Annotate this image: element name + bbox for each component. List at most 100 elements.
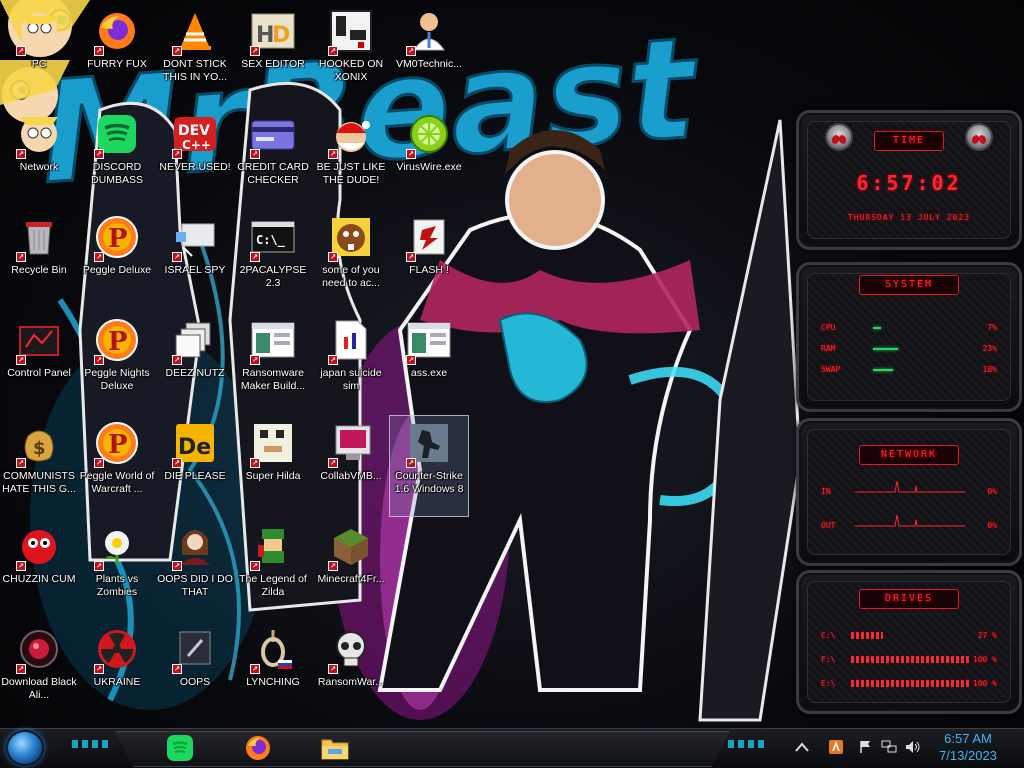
start-button[interactable] (6, 730, 44, 766)
drive-row-value: 27 % (977, 631, 997, 640)
desktop-icon[interactable]: ↗ VirusWire.exe (390, 107, 468, 207)
network-graph (855, 480, 965, 493)
cs-icon: ↗ (406, 420, 452, 468)
time-widget-title: TIME (874, 131, 944, 151)
desktop-icon-label: CREDIT CARD CHECKER (237, 161, 309, 186)
desktop-icon[interactable]: P ↗ Peggle Nights Deluxe (78, 313, 156, 413)
tray-chevron[interactable] (790, 737, 814, 757)
desktop-icon[interactable]: ↗ Ransomware Maker Build... (234, 313, 312, 413)
firefox-icon: ↗ (94, 8, 140, 56)
desktop-icon[interactable]: ↗ CREDIT CARD CHECKER (234, 107, 312, 207)
desktop-icon[interactable]: ↗ ISRAEL SPY (156, 210, 234, 310)
desktop-icon-label: Control Panel (7, 367, 71, 379)
shortcut-arrow-icon: ↗ (406, 46, 416, 56)
alien-logo-icon (965, 123, 993, 151)
desktop-icon[interactable]: ↗ Minecraft4Fr... (312, 519, 390, 619)
desktop-icon[interactable]: ↗ OOPS (156, 622, 234, 722)
shortcut-arrow-icon: ↗ (94, 664, 104, 674)
desktop-icon[interactable]: De ↗ DIE PLEASE (156, 416, 234, 516)
desktop-icon[interactable]: P ↗ Peggle Deluxe (78, 210, 156, 310)
shortcut-arrow-icon: ↗ (328, 149, 338, 159)
desktop-icon[interactable]: ↗ BE JUST LIKE THE DUDE! (312, 107, 390, 207)
desktop-icon-label: NEVER USED! (159, 161, 231, 173)
svg-text:P: P (108, 327, 128, 357)
desktop-icon[interactable]: ↗ some of you need to ac... (312, 210, 390, 310)
desktop-icon[interactable]: C:\_ ↗ 2PACALYPSE 2.3 (234, 210, 312, 310)
tray-network[interactable] (880, 737, 898, 757)
minecraft-icon: ↗ (328, 523, 374, 571)
tray-app[interactable] (826, 737, 846, 757)
flag-icon (860, 741, 870, 753)
desktop-icon[interactable]: ↗ Network (0, 107, 78, 207)
drive-row-value: 100 % (972, 655, 997, 664)
desktop-icon-label: LYNCHING (246, 676, 300, 688)
system-widget: SYSTEM CPU 7% RAM 23% SWAP 18% (796, 262, 1022, 412)
svg-text:P: P (108, 224, 128, 254)
star2-icon: ↗ (16, 111, 62, 159)
orb-icon: ↗ (16, 626, 62, 674)
svg-text:De: De (178, 435, 211, 460)
window-icon: ↗ (406, 317, 452, 365)
desktop-icon[interactable]: ↗ DEEZ NUTZ (156, 313, 234, 413)
network-icon (881, 740, 897, 753)
peggle-icon: P ↗ (94, 317, 140, 365)
desktop-icon-label: FURRY FUX (87, 58, 147, 70)
network-widget: NETWORK IN 0% OUT 0% (796, 418, 1022, 566)
peggle-icon: P ↗ (94, 420, 140, 468)
drive-row: C:\ 27 % (821, 631, 997, 640)
desktop-icon[interactable]: ↗ RansomWar... (312, 622, 390, 722)
desktop-icon[interactable]: ↗ DISCORD DUMBASS (78, 107, 156, 207)
taskbar-spotify[interactable] (163, 731, 197, 765)
desktop-icon[interactable]: ↗ Counter-Strike 1.6 Windows 8 (389, 415, 469, 517)
desktop-icon[interactable]: ↗ Download Black Ali... (0, 622, 78, 722)
desktop-icon[interactable]: ↗ Plants vs Zombies (78, 519, 156, 619)
desktop-icon[interactable]: ↗ Control Panel (0, 313, 78, 413)
system-row: SWAP 18% (821, 365, 997, 374)
system-usage-bar (873, 348, 898, 350)
desktop-icon[interactable]: ↗ ass.exe (390, 313, 468, 413)
desktop-icon[interactable]: ↗ VM0Technic... (390, 4, 468, 104)
network-graph (855, 514, 965, 527)
system-row: CPU 7% (821, 323, 997, 332)
bin-icon: ↗ (16, 214, 62, 262)
taskbar-decoration (728, 740, 768, 748)
tray-volume[interactable] (904, 737, 922, 757)
desktop-icon[interactable]: ↗ Super Hilda (234, 416, 312, 516)
taskbar-clock[interactable]: 6:57 AM 7/13/2023 (930, 730, 1006, 764)
desktop-icon[interactable]: ↗ CHUZZIN CUM (0, 519, 78, 619)
flash-icon: ↗ (406, 214, 452, 262)
star-icon: ↗ (16, 8, 62, 56)
system-row-label: SWAP (821, 365, 841, 374)
desktop-icon-label: japan suicide sim (320, 367, 382, 392)
taskbar-decoration (72, 740, 112, 748)
desktop-icon[interactable]: ↗ Recycle Bin (0, 210, 78, 310)
desktop-icon[interactable]: ↗ FURRY FUX (78, 4, 156, 104)
collab-icon: ↗ (328, 420, 374, 468)
desktop-icon[interactable]: ↗ PC (0, 4, 78, 104)
shortcut-arrow-icon: ↗ (16, 355, 26, 365)
desktop-icon[interactable]: ↗ UKRAINE (78, 622, 156, 722)
desktop-icon[interactable]: ↗ LYNCHING (234, 622, 312, 722)
desktop-icon[interactable]: ↗ FLASH ! (390, 210, 468, 310)
tray-flag[interactable] (856, 737, 874, 757)
desktop-icon[interactable]: ↗ DONT STICK THIS IN YO... (156, 4, 234, 104)
system-widget-title: SYSTEM (859, 275, 959, 295)
hxd-icon: H D ↗ (250, 8, 296, 56)
desktop-icon-label: Minecraft4Fr... (317, 573, 385, 585)
shortcut-arrow-icon: ↗ (250, 252, 260, 262)
desktop-icon[interactable]: $ ↗ COMMUNISTS HATE THIS G... (0, 416, 78, 516)
desktop-icon-label: UKRAINE (93, 676, 141, 688)
taskbar-file-explorer[interactable] (318, 731, 352, 765)
hilda-icon: ↗ (250, 420, 296, 468)
desktop-icon[interactable]: ↗ HOOKED ON XONIX (312, 4, 390, 104)
radiation-icon: ↗ (94, 626, 140, 674)
desktop-icon[interactable]: ↗ The Legend of Zilda (234, 519, 312, 619)
desktop-icon[interactable]: H D ↗ SEX EDITOR (234, 4, 312, 104)
firefox-icon (246, 736, 270, 760)
desktop-icon[interactable]: ↗ CollabVMB... (312, 416, 390, 516)
desktop-icon[interactable]: P ↗ Peggle World of Warcraft ... (78, 416, 156, 516)
taskbar-firefox[interactable] (241, 731, 275, 765)
desktop-icon[interactable]: ↗ japan suicide sim (312, 313, 390, 413)
desktop-icon[interactable]: ↗ OOPS DID I DO THAT (156, 519, 234, 619)
desktop-icon[interactable]: DEV C++ ↗ NEVER USED! (156, 107, 234, 207)
